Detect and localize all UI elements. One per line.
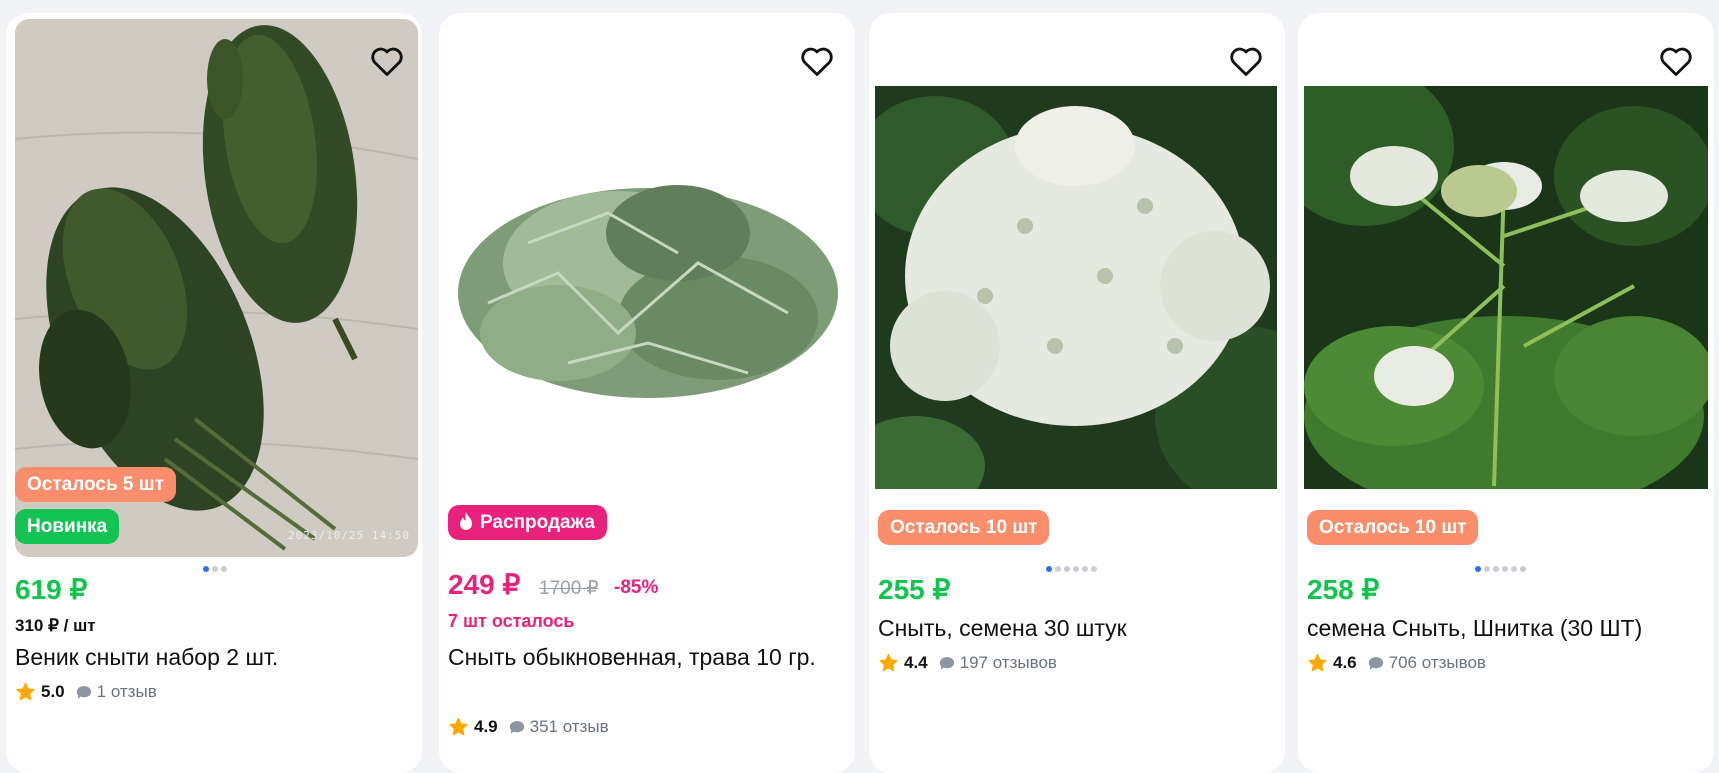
white-flower-image [875,86,1277,489]
rating-value: 4.4 [904,653,928,672]
star-icon [16,682,35,701]
new-badge: Новинка [15,509,120,544]
product-card[interactable]: Осталось 10 шт 258 ₽ семена Сныть, Шнитк… [1298,13,1714,773]
pager-dot[interactable] [1073,566,1079,572]
pager-dot[interactable] [1484,566,1490,572]
product-photo[interactable] [875,86,1277,489]
product-title[interactable]: Сныть, семена 30 штук [878,611,1273,646]
rating-value: 4.9 [474,717,498,736]
product-title[interactable]: Сныть обыкновенная, трава 10 гр. [448,640,843,675]
pager-dot[interactable] [1475,566,1481,572]
pager-dot[interactable] [1082,566,1088,572]
pager-dot[interactable] [1520,566,1526,572]
heart-outline-icon [371,47,403,76]
comment-bubble-icon [509,720,524,734]
pager-dot[interactable] [221,566,227,572]
star-icon [879,653,898,672]
price: 255 ₽ [878,574,951,605]
rating-row: 4.9 351 отзыв [448,717,609,737]
rating-row: 5.0 1 отзыв [15,682,157,702]
star-icon [1308,653,1327,672]
rating-value: 5.0 [41,682,65,701]
stock-badge: Осталось 5 шт [15,467,176,502]
image-pager[interactable] [1475,566,1526,572]
image-pager[interactable] [203,566,227,572]
pager-dot[interactable] [1511,566,1517,572]
rating-row: 4.4 197 отзывов [878,653,1057,673]
star-icon [449,717,468,736]
reviews-count[interactable]: 706 отзывов [1389,653,1486,673]
reviews-count[interactable]: 1 отзыв [97,682,157,702]
image-pager[interactable] [1046,566,1097,572]
product-card[interactable]: Распродажа 249 ₽ 1700 ₽ -85% 7 шт остало… [439,13,855,773]
product-photo[interactable] [1304,86,1708,489]
unit-price: 310 ₽ / шт [15,616,96,635]
favorite-button[interactable] [796,40,838,82]
flowering-plant-image [1304,86,1708,489]
fire-icon [460,512,472,530]
product-title[interactable]: Веник сныти набор 2 шт. [15,640,410,675]
favorite-button[interactable] [1655,40,1697,82]
pager-dot[interactable] [1493,566,1499,572]
pager-dot[interactable] [1046,566,1052,572]
reviews-count[interactable]: 351 отзыв [530,717,609,737]
pager-dot[interactable] [1064,566,1070,572]
stock-badge: Осталось 10 шт [1307,510,1479,545]
product-card[interactable]: Осталось 5 шт Новинка 2023/10/25 14:50 6… [6,13,422,773]
favorite-button[interactable] [366,40,408,82]
comment-bubble-icon [76,685,91,699]
sale-badge: Распродажа [448,505,607,540]
price: 258 ₽ [1307,574,1380,605]
favorite-button[interactable] [1225,40,1267,82]
product-title[interactable]: семена Сныть, Шнитка (30 ШТ) [1307,611,1702,646]
discount: -85% [614,577,659,598]
price: 619 ₽ [15,574,88,605]
pager-dot[interactable] [1091,566,1097,572]
old-price: 1700 ₽ [539,578,599,599]
heart-outline-icon [1660,47,1692,76]
stock-badge: Осталось 10 шт [878,510,1050,545]
product-photo[interactable] [448,103,848,453]
rating-row: 4.6 706 отзывов [1307,653,1486,673]
sale-badge-label: Распродажа [480,512,595,533]
price: 249 ₽ [448,569,521,600]
pager-dot[interactable] [1055,566,1061,572]
photo-timestamp: 2023/10/25 14:50 [288,529,410,542]
comment-bubble-icon [939,656,954,670]
pager-dot[interactable] [212,566,218,572]
reviews-count[interactable]: 197 отзывов [960,653,1057,673]
stock-left: 7 шт осталось [448,611,575,631]
dried-leaves-image [448,103,848,453]
comment-bubble-icon [1368,656,1383,670]
heart-outline-icon [1230,47,1262,76]
product-card[interactable]: Осталось 10 шт 255 ₽ Сныть, семена 30 шт… [869,13,1285,773]
pager-dot[interactable] [203,566,209,572]
rating-value: 4.6 [1333,653,1357,672]
heart-outline-icon [801,47,833,76]
pager-dot[interactable] [1502,566,1508,572]
